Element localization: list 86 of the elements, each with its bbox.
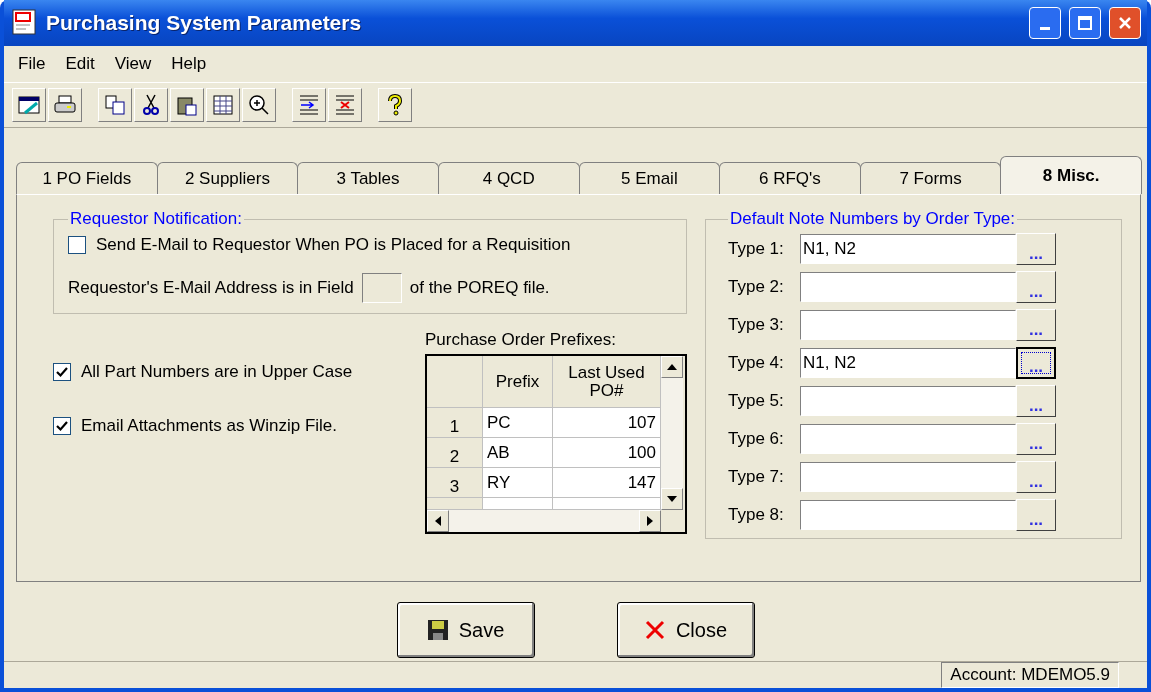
type-label: Type 3:: [728, 315, 785, 335]
scissors-button[interactable]: [134, 88, 168, 122]
field-label: Requestor's E-Mail Address is in Field: [68, 278, 354, 298]
minimize-icon: [1040, 26, 1050, 30]
table-button[interactable]: [206, 88, 240, 122]
scroll-right-button[interactable]: [639, 510, 661, 532]
type-label: Type 8:: [728, 505, 785, 525]
down-arrow-icon: [667, 496, 677, 502]
tab[interactable]: 8 Misc.: [1000, 156, 1142, 194]
menu-item[interactable]: File: [10, 52, 54, 76]
browse-button[interactable]: ...: [1016, 233, 1056, 265]
close-button[interactable]: Close: [616, 602, 755, 658]
table-cell: AB: [483, 438, 553, 468]
up-arrow-icon: [667, 364, 677, 370]
browse-button[interactable]: ...: [1016, 309, 1056, 341]
type-label: Type 2:: [728, 277, 785, 297]
clipboard-button[interactable]: [170, 88, 204, 122]
browse-button[interactable]: ...: [1016, 423, 1056, 455]
table-cell: 147: [553, 468, 661, 498]
close-button[interactable]: [1109, 7, 1141, 39]
input-field[interactable]: [800, 462, 1016, 492]
type-label: Type 5:: [728, 391, 785, 411]
table-cell: 100: [553, 438, 661, 468]
delete-icon: [333, 93, 357, 117]
copy-button[interactable]: [98, 88, 132, 122]
window-title: Purchasing System Parameters: [46, 11, 363, 35]
right-arrow-icon: [647, 516, 653, 526]
browse-button[interactable]: ...: [1016, 499, 1056, 531]
input-field[interactable]: [361, 273, 402, 303]
app-icon: [12, 9, 38, 37]
browse-button[interactable]: ...: [1016, 347, 1056, 379]
input-field[interactable]: [800, 310, 1016, 340]
checkbox[interactable]: [53, 363, 71, 381]
input-field[interactable]: [800, 272, 1016, 302]
table-cell: 107: [553, 408, 661, 438]
grid-button[interactable]: [12, 88, 46, 122]
browse-button[interactable]: ...: [1016, 385, 1056, 417]
type-label: Type 7:: [728, 467, 785, 487]
left-arrow-icon: [435, 516, 441, 526]
status-text: Account: MDEMO5.9: [941, 662, 1119, 688]
insert-icon: [297, 93, 321, 117]
corner-header-cell: [427, 356, 483, 408]
type-label: Type 6:: [728, 429, 785, 449]
table-icon: [211, 93, 235, 117]
menu-item[interactable]: Edit: [57, 52, 103, 76]
grid-icon: [17, 93, 41, 117]
input-field[interactable]: N1, N2: [800, 348, 1016, 378]
table-cell: PC: [483, 408, 553, 438]
checkbox-label: Send E-Mail to Requestor When PO is Placed for a Requisition: [96, 235, 571, 255]
close-icon: [1117, 15, 1133, 31]
delete-button[interactable]: [328, 88, 362, 122]
input-field[interactable]: [800, 386, 1016, 416]
zoom-icon: [247, 93, 271, 117]
checkbox-label: Email Attachments as Winzip File.: [81, 416, 338, 436]
field-label: of the POREQ file.: [409, 278, 550, 298]
tab[interactable]: 1 PO Fields: [16, 162, 158, 194]
insert-button[interactable]: [292, 88, 326, 122]
scroll-up-button[interactable]: [661, 356, 683, 378]
question-button[interactable]: [378, 88, 412, 122]
scroll-left-button[interactable]: [427, 510, 449, 532]
menu-item[interactable]: View: [106, 52, 160, 76]
scroll-down-button[interactable]: [661, 488, 683, 510]
printer-button[interactable]: [48, 88, 82, 122]
table-title: Purchase Order Prefixes:: [425, 330, 617, 350]
input-field[interactable]: [800, 424, 1016, 454]
browse-button[interactable]: ...: [1016, 271, 1056, 303]
group-title: Default Note Numbers by Order Type:: [729, 209, 1017, 229]
group-title: Requestor Notification:: [69, 209, 243, 229]
checkbox-label: All Part Numbers are in Upper Case: [81, 362, 353, 382]
save-button[interactable]: Save: [396, 602, 535, 658]
checkbox[interactable]: [68, 236, 86, 254]
input-field[interactable]: [800, 500, 1016, 530]
maximize-button[interactable]: [1069, 7, 1101, 39]
table-cell: RY: [483, 468, 553, 498]
input-field[interactable]: N1, N2: [800, 234, 1016, 264]
minimize-button[interactable]: [1029, 7, 1061, 39]
browse-button[interactable]: ...: [1016, 461, 1056, 493]
table-cell: [483, 498, 553, 510]
type-label: Type 1:: [728, 239, 785, 259]
checkbox[interactable]: [53, 417, 71, 435]
type-label: Type 4:: [728, 353, 785, 373]
menu-item[interactable]: Help: [163, 52, 215, 76]
x-icon: [643, 619, 666, 641]
maximize-icon: [1077, 15, 1093, 31]
zoom-button[interactable]: [242, 88, 276, 122]
copy-icon: [103, 93, 127, 117]
